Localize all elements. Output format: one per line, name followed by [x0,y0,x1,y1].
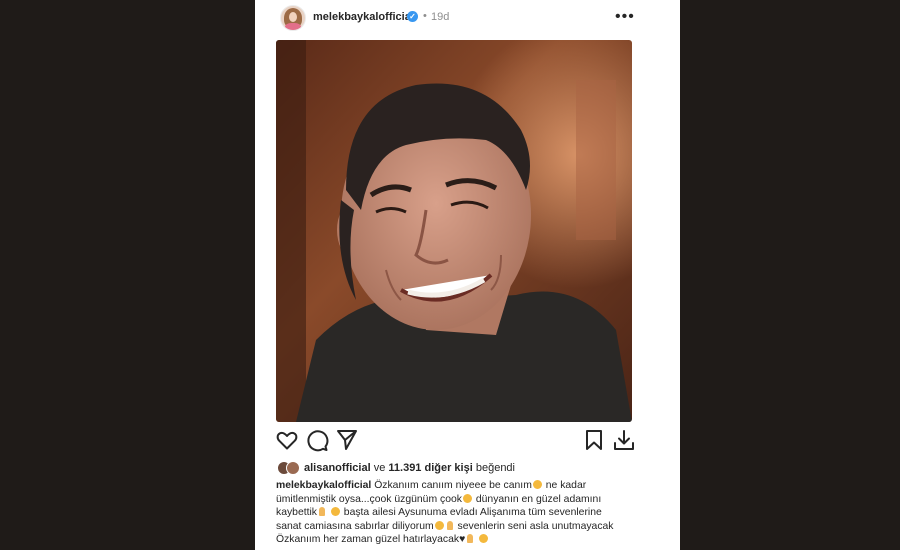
post-caption: melekbaykalofficial Özkanıım canıım niye… [276,479,661,547]
sad-face-icon [330,507,340,516]
post-header: melekbaykalofficial ✓ • 19d ••• [255,0,680,36]
username-link[interactable]: melekbaykalofficial [313,11,414,23]
caption-text: kaybettik [276,507,318,518]
right-background [680,0,900,550]
likes-suffix: beğendi [475,462,515,474]
heart-icon[interactable] [275,428,299,452]
praying-hands-icon [467,534,474,543]
post-time[interactable]: 19d [431,11,449,23]
instagram-post: melekbaykalofficial ✓ • 19d ••• alisanof… [255,0,680,550]
praying-hands-icon [446,520,453,530]
download-icon[interactable] [612,428,636,452]
caption-text: Özkanıım canıım niyeee be canım [374,480,532,491]
post-actions [255,428,680,454]
caption-text: ümitlenmiştik oysa...çook üzgünüm çook [276,493,462,505]
bookmark-icon[interactable] [582,428,606,452]
caption-text: ne kadar [545,480,587,491]
liker-avatar [286,461,300,475]
caption-text: dünyanın en güzel adamını [475,493,602,505]
verified-badge-icon: ✓ [407,11,418,22]
likes-count[interactable]: 11.391 diğer kişi [388,462,472,474]
profile-avatar[interactable] [280,5,306,31]
comment-icon[interactable] [305,428,329,452]
more-options-icon[interactable]: ••• [615,8,635,26]
sad-face-icon [434,520,444,530]
left-background [0,0,255,550]
caption-text: başta ailesi Aysunuma evladı Alişanıma t… [343,507,602,518]
share-icon[interactable] [335,428,359,452]
post-photo[interactable] [276,40,632,422]
photo-portrait [276,40,632,422]
caption-text: sanat camiasına sabırlar diliyorum [276,520,434,532]
likes-conjunction: ve [373,462,386,474]
sad-face-icon [532,480,542,489]
sad-face-icon [479,534,489,543]
praying-hands-icon [319,507,326,516]
separator-dot: • [423,10,427,22]
sad-face-icon [462,493,472,503]
caption-text: Özkanıım her zaman güzel hatırlayacak♥ [276,534,466,545]
liker-username[interactable]: alisanofficial [304,462,371,474]
caption-username[interactable]: melekbaykalofficial [276,480,371,491]
caption-text: sevenlerin seni asla unutmayacak [457,520,614,532]
